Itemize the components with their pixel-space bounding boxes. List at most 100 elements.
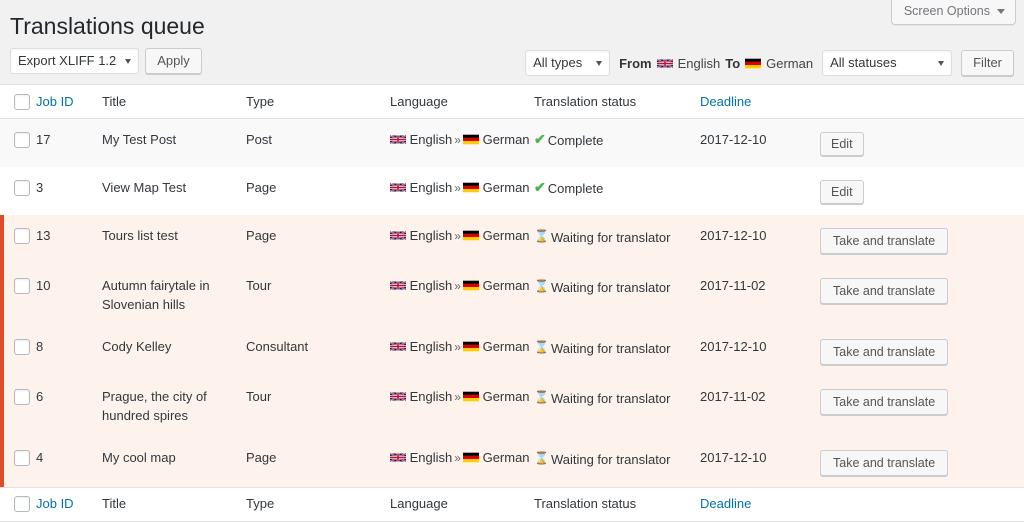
uk-flag-icon [390,230,406,241]
target-language: German [483,278,530,293]
cell-language: English» German [390,265,534,326]
cell-translation-status: ⌛Waiting for translator [534,215,700,265]
cell-deadline: 2017-12-10 [700,437,820,488]
row-checkbox[interactable] [14,450,30,466]
source-language: English [410,339,453,354]
cell-deadline: 2017-11-02 [700,265,820,326]
page-title: Translations queue [10,12,205,42]
cell-job-id: 6 [36,376,102,437]
target-language: German [483,132,530,147]
footer-job-id-label[interactable]: Job ID [36,496,74,511]
status-badge: ⌛Waiting for translator [534,389,670,409]
target-language: German [483,389,530,404]
take-and-translate-button[interactable]: Take and translate [820,339,948,365]
take-and-translate-button[interactable]: Take and translate [820,228,948,254]
row-checkbox[interactable] [14,389,30,405]
bulk-action-select[interactable]: Export XLIFF 1.2 [10,48,139,74]
cell-job-id: 10 [36,265,102,326]
language-arrow: » [452,340,463,354]
cell-deadline: 2017-11-02 [700,376,820,437]
bulk-action-value: Export XLIFF 1.2 [18,49,116,73]
translations-queue-table-container: Job ID Title Type Language Translation s… [0,84,1024,522]
language-arrow: » [452,181,463,195]
status-badge: ✔Complete [534,179,603,199]
footer-type: Type [246,487,390,520]
cell-deadline [700,167,820,215]
filter-button[interactable]: Filter [961,50,1014,76]
cell-actions: Edit [820,167,1024,215]
footer-deadline[interactable]: Deadline [700,487,820,520]
hourglass-icon: ⌛ [534,389,549,405]
check-icon: ✔ [534,131,546,149]
table-row: 13Tours list testPage English» German⌛Wa… [0,215,1024,265]
cell-type: Page [246,437,390,488]
row-checkbox[interactable] [14,339,30,355]
table-row: 10Autumn fairytale in Slovenian hillsTou… [0,265,1024,326]
take-and-translate-button[interactable]: Take and translate [820,278,948,304]
hourglass-icon: ⌛ [534,278,549,294]
type-filter-select[interactable]: All types [525,50,610,76]
german-flag-icon [463,452,479,463]
footer-job-id[interactable]: Job ID [36,487,102,520]
status-label: Waiting for translator [551,389,670,409]
header-deadline-label[interactable]: Deadline [700,94,751,109]
source-language: English [410,228,453,243]
header-deadline[interactable]: Deadline [700,85,820,118]
target-language: German [483,339,530,354]
row-select-cell [0,118,36,167]
screen-meta-bar: Screen Options [891,0,1024,26]
row-checkbox[interactable] [14,228,30,244]
cell-job-id: 13 [36,215,102,265]
cell-actions: Edit [820,118,1024,167]
header-job-id[interactable]: Job ID [36,85,102,118]
row-checkbox[interactable] [14,132,30,148]
german-flag-icon [463,391,479,402]
language-pair-filter: From English To German [619,56,813,71]
from-language: English [678,56,721,71]
cell-translation-status: ⌛Waiting for translator [534,376,700,437]
cell-translation-status: ⌛Waiting for translator [534,326,700,376]
row-select-cell [0,437,36,488]
header-translation-status: Translation status [534,85,700,118]
table-row: 17My Test PostPost English» German✔Compl… [0,118,1024,167]
hourglass-icon: ⌛ [534,339,549,355]
hourglass-icon: ⌛ [534,228,549,244]
row-select-cell [0,326,36,376]
select-all-checkbox-footer[interactable] [14,496,30,512]
hourglass-icon: ⌛ [534,450,549,466]
header-job-id-label[interactable]: Job ID [36,94,74,109]
screen-options-button[interactable]: Screen Options [891,0,1016,25]
status-badge: ⌛Waiting for translator [534,228,670,248]
source-language: English [410,278,453,293]
row-checkbox[interactable] [14,180,30,196]
cell-type: Page [246,215,390,265]
cell-type: Tour [246,265,390,326]
cell-actions: Take and translate [820,437,1024,488]
cell-title: Prague, the city of hundred spires [102,376,246,437]
edit-button[interactable]: Edit [820,132,864,156]
cell-language: English» German [390,376,534,437]
select-all-footer-header [0,487,36,520]
cell-title: Autumn fairytale in Slovenian hills [102,265,246,326]
apply-button[interactable]: Apply [145,48,202,74]
edit-button[interactable]: Edit [820,180,864,204]
german-flag-icon [463,182,479,193]
uk-flag-icon [390,182,406,193]
status-label: Complete [548,179,604,199]
cell-language: English» German [390,326,534,376]
row-checkbox[interactable] [14,278,30,294]
cell-actions: Take and translate [820,215,1024,265]
german-flag-icon [463,341,479,352]
select-all-checkbox[interactable] [14,94,30,110]
take-and-translate-button[interactable]: Take and translate [820,389,948,415]
footer-deadline-label[interactable]: Deadline [700,496,751,511]
source-language: English [410,389,453,404]
row-select-cell [0,215,36,265]
cell-deadline: 2017-12-10 [700,215,820,265]
bulk-actions-group: Export XLIFF 1.2 Apply [10,48,202,74]
table-head: Job ID Title Type Language Translation s… [0,85,1024,118]
table-toolbar: Export XLIFF 1.2 Apply All types From En… [0,48,1024,78]
take-and-translate-button[interactable]: Take and translate [820,450,948,476]
status-filter-select[interactable]: All statuses [822,50,952,76]
table-header-row: Job ID Title Type Language Translation s… [0,85,1024,118]
